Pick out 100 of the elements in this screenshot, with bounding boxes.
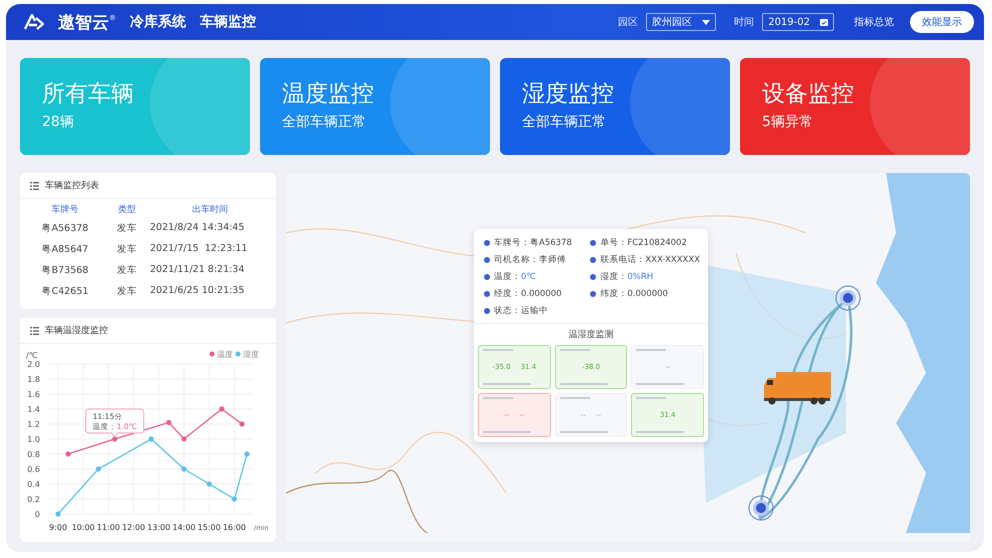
date-picker[interactable]: 2019-02 bbox=[762, 13, 834, 31]
table-cell-text: 粤A56378 bbox=[40, 222, 90, 236]
field-value: 0%RH bbox=[627, 272, 654, 282]
field-value: 李师傅 bbox=[539, 254, 566, 266]
field-value: XXX-XXXXXX bbox=[645, 255, 700, 265]
y-tick-label: 1.0 bbox=[27, 435, 40, 444]
data-point bbox=[66, 451, 71, 457]
x-tick-label: 15:00 bbox=[198, 523, 221, 532]
bullet-icon bbox=[590, 274, 596, 280]
field-label: 纬度： bbox=[600, 288, 628, 300]
column-header: 类型 bbox=[117, 204, 137, 216]
data-point bbox=[112, 436, 118, 442]
card-title: 设备监控 bbox=[762, 80, 855, 109]
field-label: 单号： bbox=[600, 237, 628, 249]
card-subtitle: 全部车辆正常 bbox=[282, 113, 367, 131]
y-tick-label: 1.4 bbox=[27, 405, 40, 414]
data-point bbox=[96, 466, 101, 472]
legend-label: 湿度 bbox=[243, 350, 259, 359]
table-cell-text: 发车 bbox=[116, 243, 138, 257]
bullet-icon bbox=[484, 291, 490, 297]
x-tick-label: 12:00 bbox=[122, 523, 146, 532]
table-cell-text: 粤B73568 bbox=[40, 264, 90, 278]
field-label: 经度： bbox=[494, 288, 521, 300]
nav-tab[interactable]: 效能显示 bbox=[910, 11, 974, 33]
x-tick-label: 14:00 bbox=[172, 523, 196, 532]
page-title: 车辆监控 bbox=[200, 13, 256, 31]
data-point bbox=[148, 436, 154, 442]
bullet-icon bbox=[484, 257, 490, 263]
filter-label: 时间 bbox=[734, 16, 754, 29]
field-value: 0℃ bbox=[521, 272, 536, 282]
field-label: 车牌号： bbox=[494, 237, 530, 249]
y-tick-label: 2.0 bbox=[27, 360, 40, 369]
y-tick-label: 0.2 bbox=[27, 495, 40, 504]
bullet-icon bbox=[590, 240, 596, 246]
table-cell-text: 2021/11/21 8:21:34 bbox=[150, 263, 246, 277]
bullet-icon bbox=[590, 257, 596, 263]
logo-icon bbox=[24, 14, 44, 30]
y-tick-label: 0 bbox=[34, 510, 40, 519]
tooltip bbox=[85, 408, 144, 438]
card-subtitle: 5辆异常 bbox=[762, 113, 814, 131]
panel-title: 车辆温湿度监控 bbox=[45, 324, 108, 337]
card-title: 温度监控 bbox=[282, 80, 375, 109]
y-tick-label: 1.8 bbox=[27, 375, 40, 384]
data-point bbox=[55, 511, 61, 517]
table-cell-text: 粤C42651 bbox=[40, 285, 90, 299]
data-point bbox=[232, 496, 237, 502]
nav-tab[interactable]: 指标总览 bbox=[852, 11, 896, 33]
column-header: 出车时间 bbox=[191, 204, 229, 216]
x-tick-label: 11:00 bbox=[96, 523, 120, 532]
system-title: 冷库系统 bbox=[130, 13, 186, 31]
data-point bbox=[181, 436, 187, 442]
card-subtitle: 28辆 bbox=[42, 113, 75, 131]
field-label: 联系电话： bbox=[600, 254, 646, 266]
table-cell-text: 2021/8/24 14:34:45 bbox=[150, 221, 246, 235]
bullet-icon bbox=[484, 240, 490, 246]
x-tick-label: 9:00 bbox=[49, 523, 68, 532]
card-title: 湿度监控 bbox=[522, 80, 615, 109]
filter-label: 园区 bbox=[618, 16, 638, 29]
field-value: 0.000000 bbox=[627, 289, 668, 299]
field-label: 状态： bbox=[494, 305, 521, 317]
park-select[interactable]: 胶州园区 bbox=[646, 13, 716, 31]
y-tick-label: 1.6 bbox=[27, 390, 40, 399]
field-label: 司机名称： bbox=[494, 254, 539, 266]
field-value: 粤A56378 bbox=[530, 237, 572, 249]
data-point bbox=[244, 451, 250, 457]
table-cell-text: 发车 bbox=[116, 285, 138, 299]
column-header: 车牌号 bbox=[50, 204, 80, 216]
field-label: 温度： bbox=[494, 271, 521, 283]
data-point bbox=[239, 421, 245, 427]
field-value: 运输中 bbox=[521, 305, 548, 317]
y-tick-label: 1.2 bbox=[27, 420, 40, 429]
data-point bbox=[219, 406, 224, 412]
y-tick-label: 0.8 bbox=[27, 450, 40, 459]
x-tick-label: 13:00 bbox=[147, 523, 170, 532]
caret-icon bbox=[702, 20, 710, 24]
y-tick-label: 0.6 bbox=[27, 465, 40, 474]
location-marker-icon bbox=[835, 285, 861, 311]
bullet-icon bbox=[484, 308, 490, 314]
data-point bbox=[181, 466, 187, 472]
table-cell-text: 2021/7/15 12:23:11 bbox=[150, 242, 248, 256]
y-tick-label: 0.4 bbox=[27, 480, 40, 489]
truck-icon bbox=[762, 371, 832, 405]
legend-label: 温度 bbox=[217, 350, 233, 359]
card-title: 所有车辆 bbox=[42, 80, 135, 109]
list-icon bbox=[30, 326, 39, 334]
data-point bbox=[166, 420, 172, 426]
location-marker-icon bbox=[748, 495, 774, 521]
bullet-icon bbox=[484, 274, 490, 280]
table-cell-text: 发车 bbox=[116, 222, 138, 236]
data-point bbox=[206, 481, 212, 487]
x-tick-label: 10:00 bbox=[72, 523, 95, 532]
calendar-icon bbox=[820, 18, 828, 26]
card-subtitle: 全部车辆正常 bbox=[522, 113, 607, 131]
panel-title: 车辆监控列表 bbox=[45, 180, 99, 192]
x-tick-label: 16:00 bbox=[222, 523, 246, 532]
section-title: 温湿度监测 bbox=[568, 328, 614, 342]
table-cell-text: 2021/6/25 10:21:35 bbox=[150, 284, 246, 298]
bullet-icon bbox=[590, 291, 596, 297]
field-label: 湿度： bbox=[600, 271, 628, 283]
y-axis-unit: /℃ bbox=[26, 351, 38, 360]
